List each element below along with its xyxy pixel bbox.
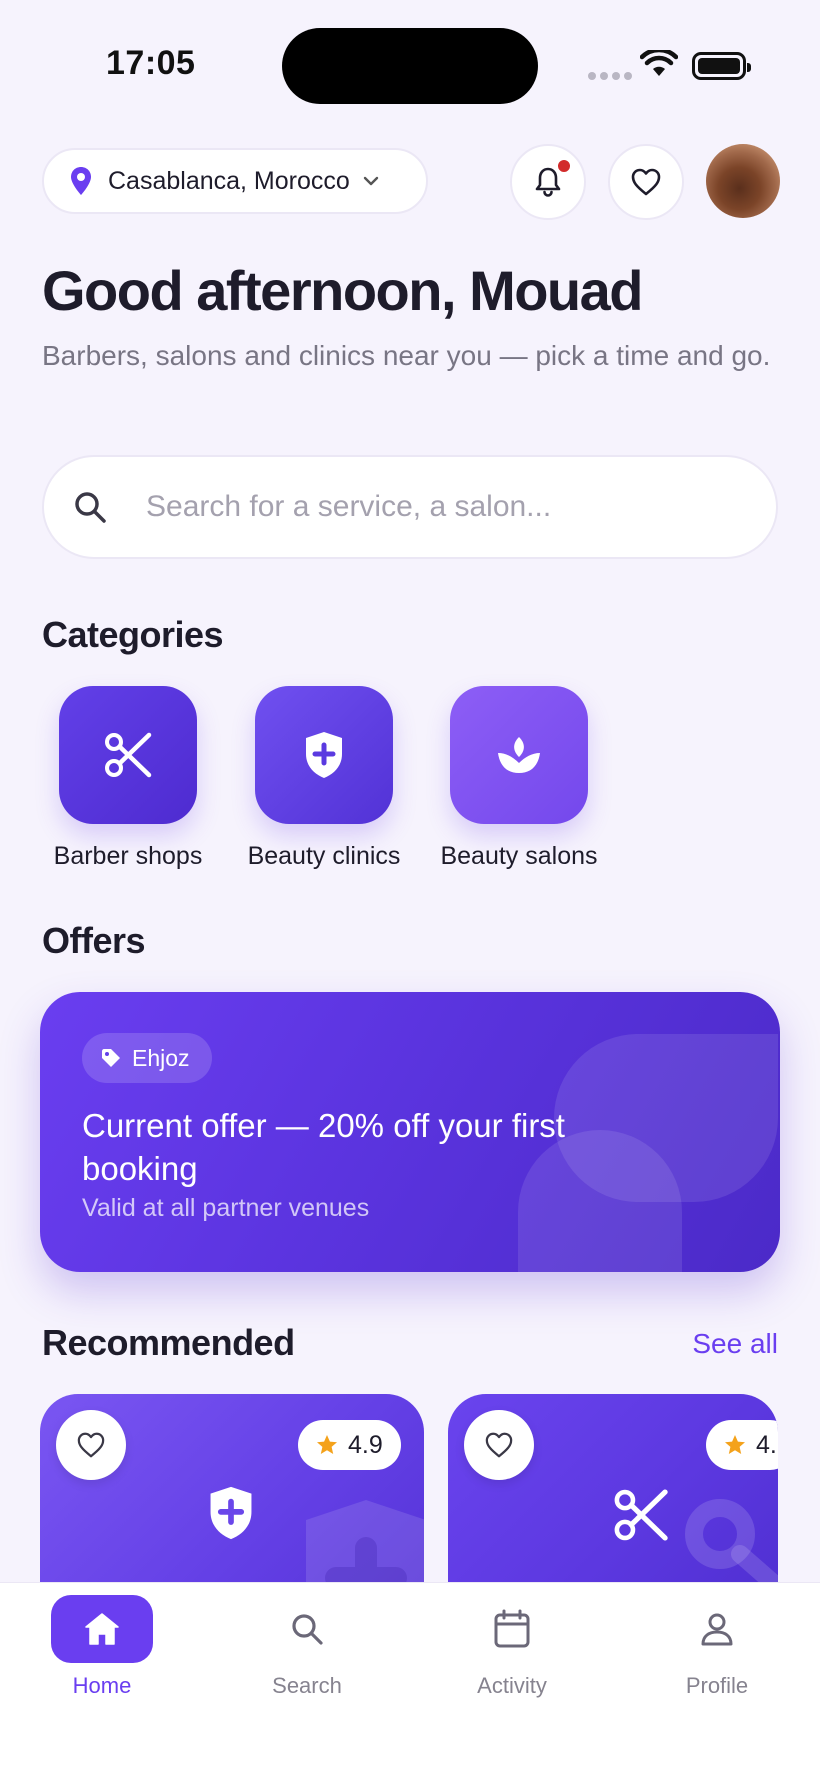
offer-tag-label: Ehjoz: [132, 1044, 190, 1071]
category-tile: [255, 686, 393, 824]
decorative-search-icon: [685, 1499, 778, 1594]
tab-home[interactable]: Home: [20, 1595, 184, 1699]
tab-search[interactable]: Search: [225, 1595, 389, 1699]
offer-subtitle: Valid at all partner venues: [82, 1194, 370, 1222]
user-icon: [701, 1613, 733, 1646]
category-tile: [59, 686, 197, 824]
categories-heading: Categories: [42, 614, 224, 655]
category-label: Beauty clinics: [247, 842, 401, 870]
notification-badge: [556, 158, 572, 174]
category-label: Beauty salons: [440, 842, 598, 870]
favorite-button[interactable]: [56, 1410, 126, 1480]
notifications-button[interactable]: [510, 144, 586, 220]
favorites-button[interactable]: [608, 144, 684, 220]
location-pin-icon: [71, 167, 91, 195]
tag-icon: [102, 1049, 120, 1067]
tab-icon-wrapper: [256, 1595, 358, 1663]
decorative-shield-icon: [306, 1500, 424, 1594]
favorite-button[interactable]: [464, 1410, 534, 1480]
offers-heading: Offers: [42, 920, 146, 961]
location-label: Casablanca, Morocco: [108, 166, 350, 195]
heart-icon: [485, 1432, 513, 1458]
rating-badge: 4.: [706, 1420, 778, 1470]
lotus-icon: [498, 737, 540, 773]
location-selector[interactable]: Casablanca, Morocco: [42, 148, 428, 214]
shield-plus-icon: [210, 1486, 252, 1540]
recommended-card[interactable]: 4.9: [40, 1394, 424, 1594]
search-bar[interactable]: [42, 455, 778, 559]
recommended-heading: Recommended: [42, 1322, 295, 1363]
tab-icon-wrapper: [461, 1595, 563, 1663]
rating-value: 4.9: [348, 1430, 383, 1459]
heart-icon: [77, 1432, 105, 1458]
category-beauty-salons[interactable]: Beauty salons: [424, 686, 614, 871]
search-icon: [292, 1614, 323, 1645]
offer-tag-badge: Ehjoz: [82, 1033, 212, 1083]
cellular-signal-icon: [588, 72, 632, 80]
tab-label: Profile: [685, 1673, 749, 1698]
calendar-icon: [494, 1609, 530, 1648]
tab-icon-wrapper: [51, 1595, 153, 1663]
category-barber-shops[interactable]: Barber shops: [33, 686, 223, 871]
profile-avatar[interactable]: [706, 144, 780, 218]
greeting-subtitle: Barbers, salons and clinics near you — p…: [42, 340, 771, 371]
tab-activity[interactable]: Activity: [430, 1595, 594, 1699]
heart-icon: [631, 168, 661, 196]
tab-label: Search: [272, 1673, 342, 1698]
search-input[interactable]: [146, 490, 706, 524]
star-icon: [317, 1435, 337, 1454]
category-beauty-clinics[interactable]: Beauty clinics: [229, 686, 419, 871]
rating-badge: 4.9: [298, 1420, 401, 1470]
rating-value: 4.: [756, 1430, 777, 1459]
status-bar: 17:05: [0, 0, 820, 132]
bottom-tab-bar: Home Search Activity Profile: [0, 1582, 820, 1782]
tab-profile[interactable]: Profile: [635, 1595, 799, 1699]
see-all-link[interactable]: See all: [692, 1328, 778, 1360]
scissors-icon: [105, 732, 152, 778]
home-icon: [85, 1613, 119, 1645]
scissors-icon: [614, 1489, 668, 1541]
status-time: 17:05: [106, 44, 196, 82]
tab-label: Home: [72, 1673, 132, 1698]
category-tile: [450, 686, 588, 824]
tab-label: Activity: [477, 1673, 547, 1698]
star-icon: [725, 1435, 745, 1454]
offer-card[interactable]: Ehjoz Current offer — 20% off your first…: [40, 992, 780, 1272]
search-icon: [75, 492, 106, 523]
wifi-icon: [640, 50, 678, 76]
dynamic-island: [282, 28, 538, 104]
shield-plus-icon: [306, 732, 342, 778]
chevron-down-icon: [363, 176, 378, 186]
category-label: Barber shops: [53, 842, 203, 870]
tab-icon-wrapper: [666, 1595, 768, 1663]
recommended-card[interactable]: 4.: [448, 1394, 778, 1594]
battery-icon: [692, 52, 751, 80]
greeting-title: Good afternoon, Mouad: [42, 259, 643, 322]
offer-title: Current offer — 20% off your first booki…: [82, 1107, 565, 1187]
